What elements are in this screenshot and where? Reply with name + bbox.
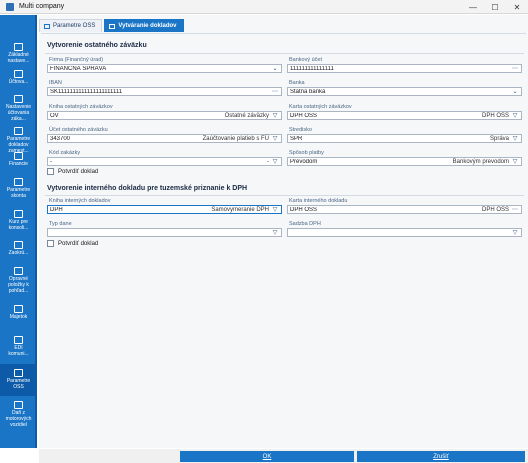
ok-button[interactable]: OK: [180, 451, 354, 462]
checkbox[interactable]: [47, 240, 54, 247]
section-title-internal-document: Vytvorenie interného dokladu pre tuzemsk…: [47, 185, 248, 192]
car-icon: [14, 401, 23, 409]
tab-document-creation[interactable]: Vytváranie dokladov: [104, 19, 184, 32]
maximize-icon[interactable]: ☐: [484, 0, 506, 14]
bank-account-field[interactable]: Bankový účet 111111111111111 ⋯: [287, 57, 522, 73]
filter-dropdown-icon[interactable]: ▽: [511, 158, 519, 165]
internal-card-field[interactable]: Karta interného dokladu DPH OSS DPH OSS …: [287, 198, 522, 214]
filter-dropdown-icon[interactable]: ▽: [511, 135, 519, 142]
settings-icon: [44, 23, 50, 29]
exchange-icon: [14, 210, 23, 218]
filter-dropdown-icon[interactable]: ▽: [271, 112, 279, 119]
chevron-down-icon[interactable]: ⌄: [511, 88, 519, 95]
filter-dropdown-icon[interactable]: ▽: [271, 229, 279, 236]
tab-oss-parameters[interactable]: Parametre OSS: [39, 19, 103, 32]
sidebar-item-basic-settings[interactable]: Základné nastave...: [0, 43, 37, 64]
section-title-other-liability: Vytvorenie ostatného záväzku: [47, 42, 147, 49]
rounding-icon: [14, 241, 23, 249]
content-area: Parametre OSS Vytváranie dokladov Vytvor…: [39, 15, 528, 448]
filter-dropdown-icon[interactable]: ▽: [271, 135, 279, 142]
mail-icon: [14, 336, 23, 344]
liability-card-field[interactable]: Karta ostatných záväzkov DPH OSS DPH OSS…: [287, 104, 522, 120]
checkbox[interactable]: [47, 168, 54, 175]
sidebar-item-oss-parameters[interactable]: Parametre OSS: [0, 364, 37, 396]
document-icon: [14, 127, 23, 135]
filter-dropdown-icon[interactable]: ▽: [511, 229, 519, 236]
sidebar-item-edi[interactable]: EDI komuni...: [0, 336, 37, 357]
footer-bar: OK Zrušiť: [39, 449, 528, 463]
document-icon: [109, 23, 116, 29]
sidebar-item-finance[interactable]: Financie: [0, 152, 37, 167]
more-icon[interactable]: ⋯: [271, 88, 279, 95]
percent-icon: [14, 178, 23, 186]
divider: [45, 195, 524, 196]
more-icon[interactable]: ⋯: [511, 65, 519, 72]
payment-method-field[interactable]: Spôsob platby Prevodom Bankovým prevodom…: [287, 150, 522, 166]
sidebar: Základné nastave... Účtova... Nastavenie…: [0, 15, 37, 448]
sidebar-item-receivable-corrections[interactable]: Opravné položky k pohľad...: [0, 267, 37, 294]
list-icon: [14, 267, 23, 275]
bank-field[interactable]: Banka Štátna banka ⌄: [287, 80, 522, 96]
settings-icon: [14, 95, 23, 103]
document-creation-panel: Vytvorenie ostatného záväzku Firma (Fina…: [41, 33, 526, 447]
filter-dropdown-icon[interactable]: ▽: [511, 112, 519, 119]
filter-dropdown-icon[interactable]: ▽: [271, 158, 279, 165]
confirm-document-checkbox-1[interactable]: Potvrdiť doklad: [47, 168, 98, 175]
tax-type-field[interactable]: Typ dane ▽: [47, 221, 282, 237]
divider: [45, 53, 524, 54]
cancel-button[interactable]: Zrušiť: [357, 451, 525, 462]
app-icon: [6, 2, 14, 11]
more-icon[interactable]: ⋯: [511, 206, 519, 213]
ledger-icon: [14, 70, 23, 78]
liability-account-field[interactable]: Účet ostatného záväzku 343700 Zaúčtovani…: [47, 127, 282, 143]
sidebar-item-discount[interactable]: Parametre skonta: [0, 178, 37, 199]
vat-rate-field[interactable]: Sadzba DPH ▽: [287, 221, 522, 237]
cart-icon: [14, 369, 23, 377]
sidebar-item-vehicle-tax[interactable]: Daň z motorových vozidiel: [0, 401, 37, 428]
minimize-icon[interactable]: —: [462, 0, 484, 14]
settings-icon: [14, 43, 23, 51]
chevron-down-icon[interactable]: ⌄: [271, 65, 279, 72]
filter-dropdown-icon[interactable]: ▽: [271, 206, 279, 213]
confirm-document-checkbox-2[interactable]: Potvrdiť doklad: [47, 240, 98, 247]
sidebar-item-rounding[interactable]: Zaokrú...: [0, 241, 37, 256]
close-icon[interactable]: ✕: [506, 0, 528, 14]
liability-book-field[interactable]: Kniha ostatných záväzkov OV Ostatné závä…: [47, 104, 282, 120]
center-field[interactable]: Stredisko SPR Správa ▽: [287, 127, 522, 143]
sidebar-item-accounting-settings[interactable]: Nastavenie účtovania záka...: [0, 95, 37, 122]
sidebar-item-consolidation-rate[interactable]: Kurz pre konsoli...: [0, 210, 37, 231]
asset-icon: [14, 305, 23, 313]
sidebar-item-assets[interactable]: Majetok: [0, 305, 37, 320]
title-bar: Multi company — ☐ ✕: [0, 0, 528, 14]
firma-field[interactable]: Firma (Finančný úrad) FINANČNÁ SPRÁVA ⌄: [47, 57, 282, 73]
window-title: Multi company: [19, 3, 65, 10]
sidebar-item-employee-docs[interactable]: Parametre dokladov zamest...: [0, 127, 37, 154]
sidebar-item-accounting[interactable]: Účtova...: [0, 70, 37, 85]
bank-icon: [14, 152, 23, 160]
order-code-field[interactable]: Kód zakázky - - ▽: [47, 150, 282, 166]
internal-book-field[interactable]: Kniha interných dokladov DPH Samovymeran…: [47, 198, 282, 214]
tab-bar: Parametre OSS Vytváranie dokladov: [39, 19, 186, 32]
iban-field[interactable]: IBAN SK1111111111111111111111 ⋯: [47, 80, 282, 96]
